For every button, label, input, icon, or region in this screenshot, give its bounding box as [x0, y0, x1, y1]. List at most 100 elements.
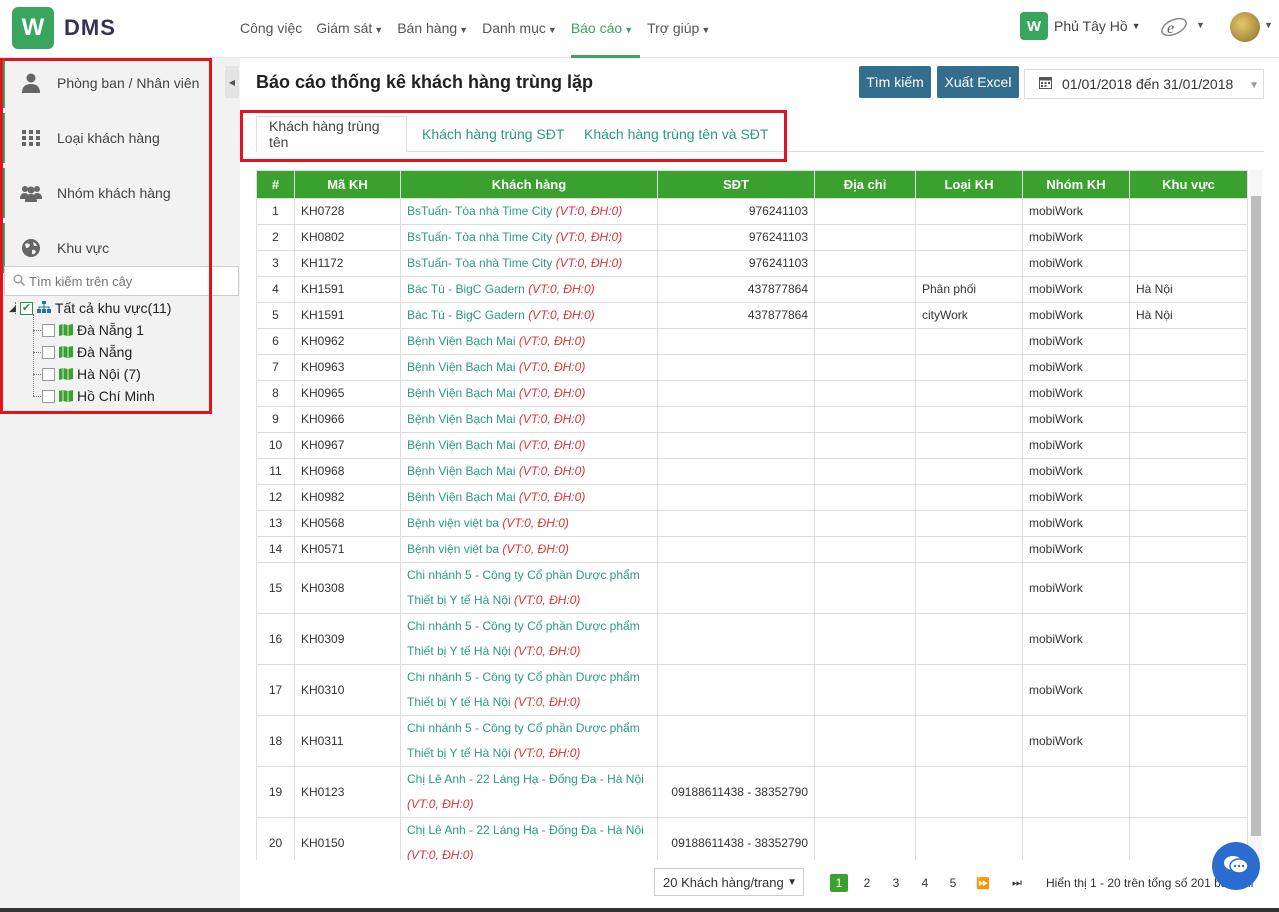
- cell-customer-name[interactable]: Chi nhánh 5 - Công ty Cổ phần Dược phẩm …: [400, 562, 658, 614]
- bottom-edge: [0, 908, 1279, 912]
- cell-address: [814, 276, 916, 303]
- table-row[interactable]: 1 KH0728 BsTuấn- Tòa nhà Time City (VT:0, …: [256, 198, 1248, 225]
- table-row[interactable]: 18 KH0311 Chi nhánh 5 - Công ty Cổ phần Dư…: [256, 715, 1248, 767]
- customer-link[interactable]: Chị Lê Anh - 22 Láng Hạ - Đống Đa - Hà N…: [407, 772, 644, 786]
- customer-link[interactable]: Chị Lê Anh - 22 Láng Hạ - Đống Đa - Hà N…: [407, 823, 644, 837]
- customer-link[interactable]: Bệnh Viện Bạch Mai: [407, 360, 516, 374]
- page-5-button[interactable]: 5: [944, 874, 962, 892]
- customer-link[interactable]: BsTuấn- Tòa nhà Time City: [407, 204, 552, 218]
- table-row[interactable]: 4 KH1591 Bác Tú - BigC Gadern (VT:0, ĐH:0)…: [256, 276, 1248, 303]
- nav-ban-hang[interactable]: Bán hàng ▼: [397, 0, 475, 58]
- table-row[interactable]: 3 KH1172 BsTuấn- Tòa nhà Time City (VT:0, …: [256, 250, 1248, 277]
- scrollbar-thumb[interactable]: [1251, 196, 1261, 836]
- table-row[interactable]: 16 KH0309 Chi nhánh 5 - Công ty Cổ phần Dư…: [256, 613, 1248, 665]
- cell-customer-name[interactable]: Bệnh Viện Bạch Mai (VT:0, ĐH:0): [400, 380, 658, 407]
- customer-link[interactable]: Bệnh viện việt ba: [407, 516, 499, 530]
- column-header: Loại KH: [915, 170, 1023, 199]
- company-selector[interactable]: W Phủ Tây Hồ ▼: [1020, 12, 1141, 40]
- customer-link[interactable]: Bệnh Viện Bạch Mai: [407, 464, 516, 478]
- caret-down-icon[interactable]: ▼: [1196, 20, 1205, 30]
- cell-customer-group: mobiWork: [1022, 458, 1130, 485]
- top-bar: W DMS Công việc Giám sát ▼ Bán hàng ▼ Danh…: [0, 0, 1279, 58]
- table-row[interactable]: 13 KH0568 Bệnh viện việt ba (VT:0, ĐH:0) mo…: [256, 510, 1248, 537]
- cell-region: [1129, 458, 1248, 485]
- cell-phone: [657, 510, 815, 537]
- cell-customer-type: [915, 432, 1023, 459]
- customer-link[interactable]: Bệnh Viện Bạch Mai: [407, 334, 516, 348]
- chat-button[interactable]: [1212, 842, 1260, 890]
- table-row[interactable]: 15 KH0308 Chi nhánh 5 - Công ty Cổ phần Dư…: [256, 562, 1248, 614]
- last-page-icon[interactable]: ⏭: [1008, 874, 1026, 892]
- table-row[interactable]: 11 KH0968 Bệnh Viện Bạch Mai (VT:0, ĐH:0) m…: [256, 458, 1248, 485]
- customer-link[interactable]: Bệnh Viện Bạch Mai: [407, 490, 516, 504]
- cell-region: [1129, 484, 1248, 511]
- cell-customer-name[interactable]: Chị Lê Anh - 22 Láng Hạ - Đống Đa - Hà N…: [400, 766, 658, 818]
- page-3-button[interactable]: 3: [887, 874, 905, 892]
- table-row[interactable]: 12 KH0982 Bệnh Viện Bạch Mai (VT:0, ĐH:0) m…: [256, 484, 1248, 511]
- customer-link[interactable]: Bệnh viện việt ba: [407, 542, 499, 556]
- cell-customer-name[interactable]: Bệnh Viện Bạch Mai (VT:0, ĐH:0): [400, 354, 658, 381]
- cell-customer-code: KH0982: [294, 484, 401, 511]
- customer-link[interactable]: Bác Tú - BigC Gadern: [407, 308, 525, 322]
- page-4-button[interactable]: 4: [916, 874, 934, 892]
- table-row[interactable]: 20 KH0150 Chị Lê Anh - 22 Láng Hạ - Đống Đ…: [256, 817, 1248, 860]
- table-row[interactable]: 7 KH0963 Bệnh Viện Bạch Mai (VT:0, ĐH:0) mo…: [256, 354, 1248, 381]
- cell-customer-name[interactable]: Bệnh viện việt ba (VT:0, ĐH:0): [400, 510, 658, 537]
- cell-customer-name[interactable]: Bệnh Viện Bạch Mai (VT:0, ĐH:0): [400, 484, 658, 511]
- search-button[interactable]: Tìm kiếm: [859, 66, 931, 98]
- table-row[interactable]: 10 KH0967 Bệnh Viện Bạch Mai (VT:0, ĐH:0) m…: [256, 432, 1248, 459]
- page-size-select[interactable]: 20 Khách hàng/trang ▼: [654, 868, 804, 896]
- collapse-sidebar-button[interactable]: ◀: [225, 66, 239, 98]
- partner-logo-icon[interactable]: e: [1158, 12, 1190, 44]
- cell-customer-name[interactable]: Chi nhánh 5 - Công ty Cổ phần Dược phẩm …: [400, 664, 658, 716]
- cell-customer-name[interactable]: Bệnh viện việt ba (VT:0, ĐH:0): [400, 536, 658, 563]
- cell-customer-code: KH0962: [294, 328, 401, 355]
- nav-bao-cao[interactable]: Báo cáo ▼: [570, 0, 641, 58]
- nav-danh-muc[interactable]: Danh mục ▼: [482, 0, 564, 58]
- cell-customer-name[interactable]: Bác Tú - BigC Gadern (VT:0, ĐH:0): [400, 302, 658, 329]
- cell-region: Hà Nội: [1129, 276, 1248, 303]
- table-row[interactable]: 14 KH0571 Bệnh viện việt ba (VT:0, ĐH:0) mo…: [256, 536, 1248, 563]
- cell-customer-name[interactable]: Bệnh Viện Bạch Mai (VT:0, ĐH:0): [400, 328, 658, 355]
- nav-tro-giup[interactable]: Trợ giúp ▼: [647, 0, 717, 58]
- customer-link[interactable]: BsTuấn- Tòa nhà Time City: [407, 230, 552, 244]
- table-scrollbar[interactable]: [1250, 170, 1262, 860]
- cell-customer-name[interactable]: Chị Lê Anh - 22 Láng Hạ - Đống Đa - Hà N…: [400, 817, 658, 860]
- table-row[interactable]: 5 KH1591 Bác Tú - BigC Gadern (VT:0, ĐH:0)…: [256, 302, 1248, 329]
- cell-region: [1129, 406, 1248, 433]
- page-2-button[interactable]: 2: [858, 874, 876, 892]
- customer-link[interactable]: Bệnh Viện Bạch Mai: [407, 438, 516, 452]
- cell-phone: [657, 613, 815, 665]
- nav-cong-viec[interactable]: Công việc: [240, 0, 309, 58]
- export-excel-button[interactable]: Xuất Excel: [937, 66, 1019, 98]
- column-header: #: [256, 170, 295, 199]
- cell-customer-name[interactable]: Bệnh Viện Bạch Mai (VT:0, ĐH:0): [400, 432, 658, 459]
- table-row[interactable]: 2 KH0802 BsTuấn- Tòa nhà Time City (VT:0, …: [256, 224, 1248, 251]
- table-row[interactable]: 8 KH0965 Bệnh Viện Bạch Mai (VT:0, ĐH:0) mo…: [256, 380, 1248, 407]
- cell-customer-name[interactable]: Chi nhánh 5 - Công ty Cổ phần Dược phẩm …: [400, 715, 658, 767]
- table-row[interactable]: 17 KH0310 Chi nhánh 5 - Công ty Cổ phần Dư…: [256, 664, 1248, 716]
- cell-customer-name[interactable]: Bác Tú - BigC Gadern (VT:0, ĐH:0): [400, 276, 658, 303]
- cell-customer-name[interactable]: BsTuấn- Tòa nhà Time City (VT:0, ĐH:0): [400, 224, 658, 251]
- table-row[interactable]: 9 KH0966 Bệnh Viện Bạch Mai (VT:0, ĐH:0) mo…: [256, 406, 1248, 433]
- caret-down-icon: ▼: [701, 25, 711, 35]
- customer-link[interactable]: Bệnh Viện Bạch Mai: [407, 412, 516, 426]
- date-range-picker[interactable]: 01/01/2018 đến 31/01/2018 ▼: [1024, 69, 1264, 99]
- page-1-button[interactable]: 1: [830, 874, 848, 892]
- cell-customer-name[interactable]: Bệnh Viện Bạch Mai (VT:0, ĐH:0): [400, 406, 658, 433]
- cell-customer-name[interactable]: Bệnh Viện Bạch Mai (VT:0, ĐH:0): [400, 458, 658, 485]
- customer-link[interactable]: Bệnh Viện Bạch Mai: [407, 386, 516, 400]
- cell-customer-name[interactable]: BsTuấn- Tòa nhà Time City (VT:0, ĐH:0): [400, 250, 658, 277]
- next-page-icon[interactable]: ⏩: [974, 874, 992, 892]
- caret-down-icon[interactable]: ▼: [1264, 20, 1273, 30]
- avatar[interactable]: [1230, 12, 1260, 42]
- nav-giam-sat[interactable]: Giám sát ▼: [316, 0, 390, 58]
- table-row[interactable]: 19 KH0123 Chị Lê Anh - 22 Láng Hạ - Đống Đ…: [256, 766, 1248, 818]
- cell-customer-group: [1022, 817, 1130, 860]
- table-row[interactable]: 6 KH0962 Bệnh Viện Bạch Mai (VT:0, ĐH:0) mo…: [256, 328, 1248, 355]
- app-logo[interactable]: W DMS: [12, 7, 116, 49]
- cell-customer-name[interactable]: Chi nhánh 5 - Công ty Cổ phần Dược phẩm …: [400, 613, 658, 665]
- customer-link[interactable]: BsTuấn- Tòa nhà Time City: [407, 256, 552, 270]
- cell-customer-name[interactable]: BsTuấn- Tòa nhà Time City (VT:0, ĐH:0): [400, 198, 658, 225]
- customer-link[interactable]: Bác Tú - BigC Gadern: [407, 282, 525, 296]
